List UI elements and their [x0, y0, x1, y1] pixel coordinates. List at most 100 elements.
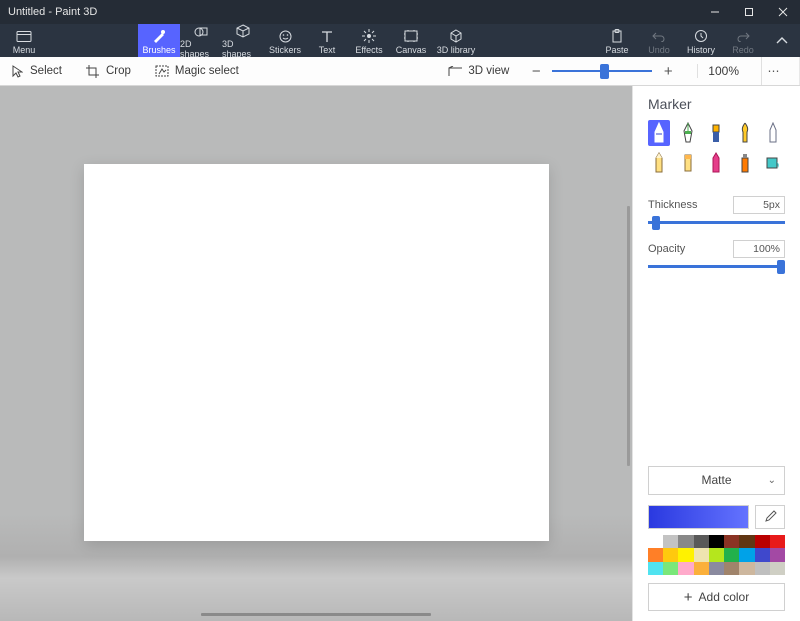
brush-crayon[interactable] — [705, 150, 727, 176]
close-button[interactable] — [766, 0, 800, 24]
color-swatch[interactable] — [694, 548, 709, 561]
tool-3d-library[interactable]: 3D library — [432, 24, 480, 57]
3d-library-icon — [449, 29, 463, 44]
eyedropper-icon — [763, 510, 777, 524]
brush-grid — [648, 120, 785, 176]
tool-stickers[interactable]: Stickers — [264, 24, 306, 57]
canvas-area[interactable] — [0, 86, 632, 621]
history-button[interactable]: History — [680, 24, 722, 57]
zoom-slider[interactable] — [552, 70, 652, 72]
color-swatch[interactable] — [709, 548, 724, 561]
color-swatch[interactable] — [663, 562, 678, 575]
paste-icon — [611, 29, 623, 44]
menu-button[interactable]: Menu — [0, 24, 48, 57]
color-swatch[interactable] — [770, 562, 785, 575]
zoom-percent[interactable]: 100% — [697, 64, 747, 78]
brush-oil[interactable] — [705, 120, 727, 146]
brush-pen-calligraphy[interactable] — [677, 120, 699, 146]
redo-button[interactable]: Redo — [722, 24, 764, 57]
stickers-icon — [279, 29, 292, 44]
tool-2d-shapes[interactable]: 2D shapes — [180, 24, 222, 57]
undo-button[interactable]: Undo — [638, 24, 680, 57]
zoom-in-button[interactable]: + — [661, 63, 675, 80]
maximize-button[interactable] — [732, 0, 766, 24]
2d-shapes-icon — [194, 25, 208, 38]
opacity-row: Opacity — [648, 240, 785, 258]
color-swatch[interactable] — [724, 548, 739, 561]
thickness-input[interactable] — [733, 196, 785, 214]
zoom-out-button[interactable]: − — [529, 63, 543, 80]
material-select[interactable]: Matte ⌄ — [648, 466, 785, 495]
menu-icon — [16, 29, 32, 44]
crop-button[interactable]: Crop — [86, 64, 131, 78]
color-swatch[interactable] — [770, 548, 785, 561]
cursor-icon — [10, 64, 24, 78]
brush-spray-can[interactable] — [734, 150, 756, 176]
eyedropper-button[interactable] — [755, 505, 785, 529]
color-swatch[interactable] — [755, 535, 770, 548]
horizontal-scrollbar[interactable] — [201, 613, 431, 616]
brush-pencil[interactable] — [648, 150, 670, 176]
canvas-icon — [404, 29, 418, 44]
brush-marker[interactable] — [648, 120, 670, 146]
color-swatch[interactable] — [694, 535, 709, 548]
tool-text[interactable]: Text — [306, 24, 348, 57]
color-swatch[interactable] — [678, 535, 693, 548]
paste-button[interactable]: Paste — [596, 24, 638, 57]
color-swatch[interactable] — [678, 548, 693, 561]
minimize-button[interactable] — [698, 0, 732, 24]
brush-eraser[interactable] — [677, 150, 699, 176]
add-color-button[interactable]: + Add color — [648, 583, 785, 611]
color-swatch[interactable] — [739, 548, 754, 561]
color-swatch[interactable] — [755, 562, 770, 575]
tool-brushes[interactable]: Brushes — [138, 24, 180, 57]
brush-watercolor[interactable] — [734, 120, 756, 146]
color-swatch[interactable] — [709, 562, 724, 575]
color-swatch[interactable] — [648, 535, 663, 548]
canvas[interactable] — [84, 164, 549, 541]
color-swatch[interactable] — [694, 562, 709, 575]
color-swatch[interactable] — [739, 535, 754, 548]
color-swatch[interactable] — [648, 548, 663, 561]
chevron-up-icon — [776, 37, 788, 45]
color-palette — [648, 535, 785, 575]
collapse-panel-button[interactable] — [764, 24, 800, 57]
color-swatch[interactable] — [739, 562, 754, 575]
3d-view-button[interactable]: 3D view — [448, 64, 509, 78]
color-swatch[interactable] — [770, 535, 785, 548]
color-swatch[interactable] — [724, 535, 739, 548]
color-swatch[interactable] — [755, 548, 770, 561]
opacity-input[interactable] — [733, 240, 785, 258]
color-swatch[interactable] — [678, 562, 693, 575]
select-button[interactable]: Select — [10, 64, 62, 78]
magic-select-button[interactable]: Magic select — [155, 64, 239, 78]
tool-effects[interactable]: Effects — [348, 24, 390, 57]
brush-pen-pixel[interactable] — [762, 120, 784, 146]
thickness-slider[interactable] — [648, 221, 785, 224]
tool-3d-shapes[interactable]: 3D shapes — [222, 24, 264, 57]
chevron-down-icon: ⌄ — [768, 475, 776, 486]
color-swatch[interactable] — [663, 535, 678, 548]
panel-title: Marker — [648, 86, 785, 120]
3d-shapes-icon — [236, 24, 250, 38]
plus-icon: + — [684, 589, 693, 606]
brush-fill[interactable] — [762, 150, 784, 176]
more-options-button[interactable]: ⋯ — [761, 57, 785, 85]
color-swatch[interactable] — [724, 562, 739, 575]
opacity-slider[interactable] — [648, 265, 785, 268]
undo-icon — [652, 29, 666, 44]
main-toolbar: Menu Brushes 2D shapes 3D shapes Sticker… — [0, 24, 800, 57]
zoom-controls: − + — [529, 63, 683, 80]
color-swatch[interactable] — [648, 562, 663, 575]
magic-select-icon — [155, 64, 169, 78]
vertical-scrollbar[interactable] — [627, 206, 630, 466]
title-bar: Untitled - Paint 3D — [0, 0, 800, 24]
thickness-row: Thickness — [648, 196, 785, 214]
material-value: Matte — [701, 473, 731, 487]
current-color-swatch[interactable] — [648, 505, 749, 529]
color-swatch[interactable] — [709, 535, 724, 548]
tool-canvas[interactable]: Canvas — [390, 24, 432, 57]
color-swatch[interactable] — [663, 548, 678, 561]
history-icon — [694, 29, 708, 44]
sub-toolbar: Select Crop Magic select 3D view − + 100… — [0, 57, 800, 86]
